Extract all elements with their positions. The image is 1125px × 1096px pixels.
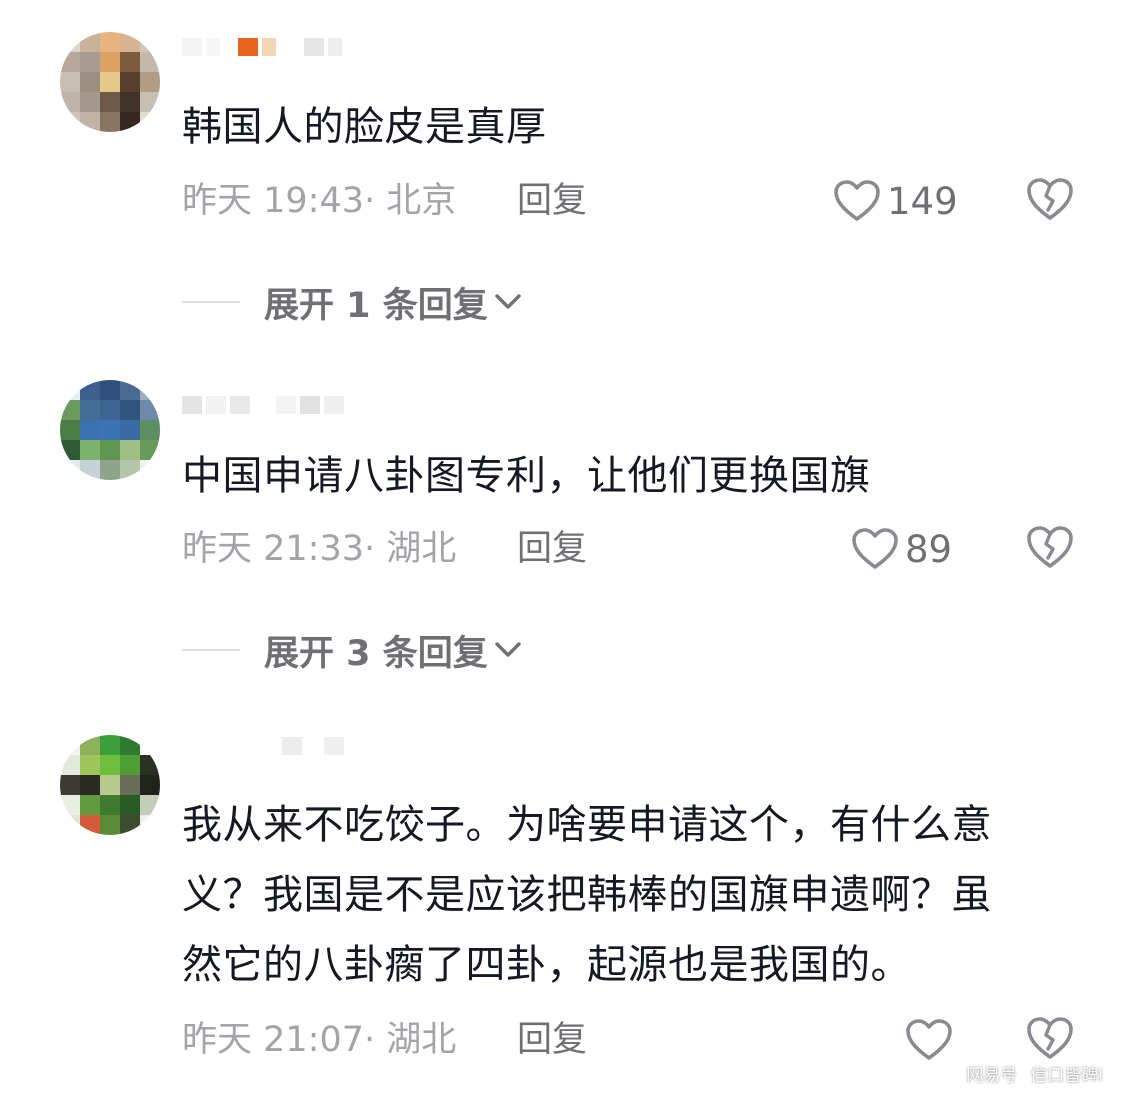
avatar[interactable] <box>60 735 160 835</box>
username-redacted[interactable] <box>182 38 342 62</box>
comment-location: 湖北 <box>386 1020 457 1060</box>
broken-heart-icon <box>1027 526 1073 568</box>
comment-location: 湖北 <box>386 529 457 569</box>
comment-text: 中国申请八卦图专利，让他们更换国旗 <box>182 453 871 499</box>
comment-time: 昨天 19:43 <box>182 181 364 221</box>
comment-time: 昨天 21:33 <box>182 529 364 569</box>
dislike-button[interactable] <box>1025 176 1075 226</box>
comment-meta: 昨天 21:33· 湖北 回复 <box>182 524 587 574</box>
avatar[interactable] <box>60 32 160 132</box>
watermark: 网易号 信口皆碑i <box>966 1061 1103 1086</box>
reply-button[interactable]: 回复 <box>517 176 587 226</box>
expand-label: 展开 3 条回复 <box>264 633 488 674</box>
heart-icon <box>834 180 880 221</box>
username-redacted[interactable] <box>282 737 344 761</box>
divider-line <box>182 301 240 303</box>
expand-label: 展开 1 条回复 <box>264 285 488 326</box>
like-button[interactable]: 89 <box>851 524 952 574</box>
expand-replies[interactable]: 展开 1 条回复 <box>182 277 522 327</box>
like-button[interactable] <box>905 1015 959 1065</box>
comment-text: 我从来不吃饺子。为啥要申请这个，有什么意 义？我国是不是应该把韩棒的国旗申遗啊？… <box>182 802 992 988</box>
watermark-brand: 网易号 <box>966 1066 1018 1086</box>
comment-meta: 昨天 21:07· 湖北 回复 <box>182 1015 587 1065</box>
heart-icon <box>906 1019 952 1060</box>
broken-heart-icon <box>1027 178 1073 220</box>
chevron-down-icon <box>495 642 521 657</box>
heart-icon <box>852 528 898 569</box>
dislike-button[interactable] <box>1025 524 1075 574</box>
comment-meta: 昨天 19:43· 北京 回复 <box>182 176 587 226</box>
reply-button[interactable]: 回复 <box>517 524 587 574</box>
like-count: 149 <box>887 179 958 223</box>
broken-heart-icon <box>1027 1017 1073 1059</box>
like-count: 89 <box>905 527 953 571</box>
divider-line <box>182 649 240 651</box>
comment-text: 韩国人的脸皮是真厚 <box>182 104 547 150</box>
dislike-button[interactable] <box>1025 1015 1075 1065</box>
like-button[interactable]: 149 <box>833 176 958 226</box>
comment-time: 昨天 21:07 <box>182 1020 364 1060</box>
username-redacted[interactable] <box>182 396 344 420</box>
avatar[interactable] <box>60 380 160 480</box>
watermark-account: 信口皆碑i <box>1030 1066 1103 1086</box>
chevron-down-icon <box>495 294 521 309</box>
reply-button[interactable]: 回复 <box>517 1015 587 1065</box>
watermark-separator <box>1023 1065 1025 1082</box>
comment-location: 北京 <box>386 181 457 221</box>
expand-replies[interactable]: 展开 3 条回复 <box>182 625 522 675</box>
